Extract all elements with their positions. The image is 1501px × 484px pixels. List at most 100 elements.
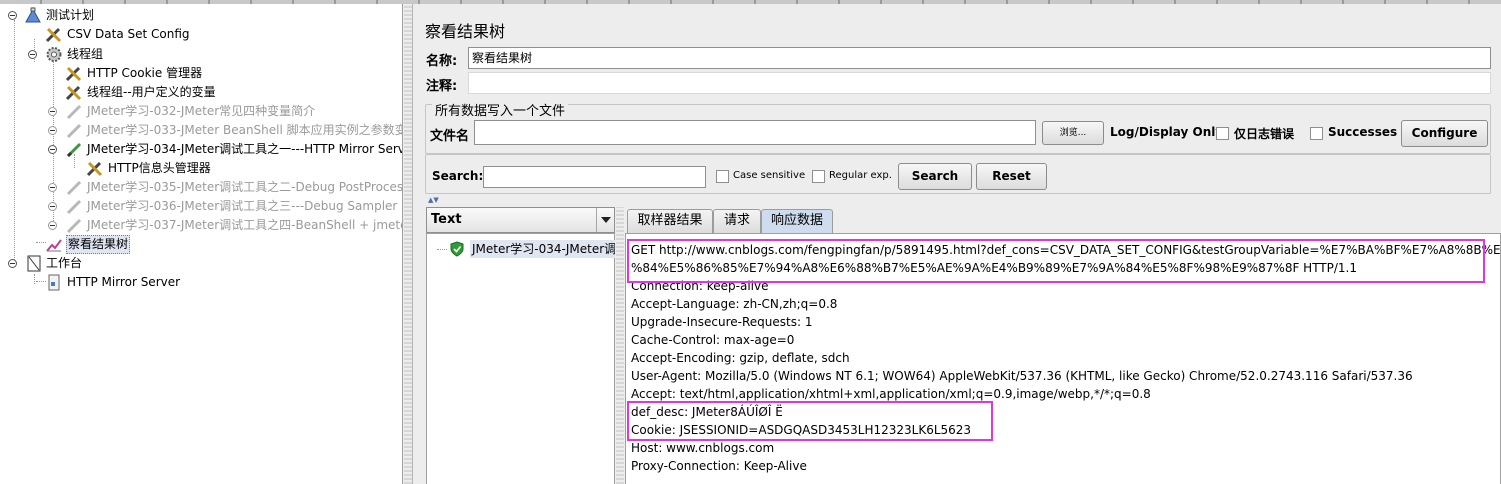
filename-field[interactable] (474, 120, 1036, 145)
list-item-label: JMeter学习-034-JMeter调试 (470, 240, 615, 258)
mirror-server-icon (45, 274, 63, 291)
tree-splitter[interactable] (404, 4, 413, 484)
successes-label: Successes (1328, 125, 1398, 139)
errors-only-checkbox[interactable] (1216, 127, 1229, 140)
tree-item-thread-group[interactable]: 线程组 (0, 45, 400, 64)
tree-item-csv-data-set-config[interactable]: CSV Data Set Config (0, 25, 400, 44)
response-line: Cache-Control: max-age=0 (631, 333, 795, 347)
tree-item-label: JMeter学习-033-JMeter BeanShell 脚本应用实例之参数变… (87, 123, 403, 137)
tree-item-label: 线程组--用户定义的变量 (87, 85, 216, 99)
expand-toggle-icon[interactable] (48, 126, 57, 135)
results-splitter[interactable] (616, 207, 624, 484)
filename-label: 文件名 (430, 129, 470, 144)
tree-item-label: HTTP Mirror Server (67, 275, 181, 289)
config-wrench-icon (65, 65, 83, 82)
tree-item-label: HTTP信息头管理器 (108, 161, 211, 175)
expand-toggle-icon[interactable] (48, 221, 57, 230)
sample-result-list[interactable]: JMeter学习-034-JMeter调试 (426, 233, 615, 484)
tree-item-label: 察看结果树 (66, 235, 131, 254)
config-wrench-icon (65, 84, 83, 101)
thread-group-gear-icon (45, 46, 63, 63)
response-line: Upgrade-Insecure-Requests: 1 (631, 315, 813, 329)
sampler-pen-icon (65, 217, 83, 234)
config-wrench-icon (86, 160, 104, 177)
collapse-toggle-icon[interactable] (8, 259, 17, 268)
case-sensitive-label: Case sensitive (733, 170, 806, 181)
tree-item-label: JMeter学习-034-JMeter调试工具之一---HTTP Mirror … (87, 142, 403, 156)
tree-item-test-plan[interactable]: 测试计划 (0, 6, 400, 25)
reset-button[interactable]: Reset (976, 163, 1047, 190)
successes-checkbox[interactable] (1310, 127, 1323, 140)
tab-request[interactable]: 请求 (713, 209, 761, 233)
case-sensitive-checkbox[interactable] (716, 170, 729, 183)
tree-item-sampler-037[interactable]: JMeter学习-037-JMeter调试工具之四-BeanShell + jm… (0, 216, 402, 235)
tree-item-label: 工作台 (46, 256, 83, 270)
comment-field[interactable] (468, 72, 1491, 94)
config-wrench-icon (45, 26, 63, 43)
configure-button[interactable]: Configure (1401, 120, 1488, 147)
sampler-pen-icon (65, 103, 83, 120)
browse-button[interactable]: 浏览... (1042, 121, 1104, 145)
file-group-title: 所有数据写入一个文件 (432, 100, 569, 119)
tree-item-header-manager[interactable]: HTTP信息头管理器 (0, 159, 400, 178)
test-plan-tree[interactable]: 测试计划 CSV Data Set Config 线程组 HTTP Cookie… (0, 4, 403, 484)
tree-item-label: 线程组 (67, 47, 104, 61)
test-plan-icon (24, 6, 42, 24)
response-line: Host: www.cnblogs.com (631, 441, 775, 455)
tree-item-http-mirror-server[interactable]: HTTP Mirror Server (0, 273, 400, 292)
tree-item-user-defined-variables[interactable]: 线程组--用户定义的变量 (0, 83, 400, 102)
regex-label: Regular exp. (829, 170, 892, 181)
expand-toggle-icon[interactable] (48, 107, 57, 116)
tree-item-label: JMeter学习-035-JMeter调试工具之二-Debug PostProc… (87, 180, 403, 194)
tree-item-sampler-033[interactable]: JMeter学习-033-JMeter BeanShell 脚本应用实例之参数变… (0, 121, 403, 140)
tree-item-label: HTTP Cookie 管理器 (87, 66, 203, 80)
collapse-arrows-icon[interactable]: ▲▼ (428, 196, 439, 204)
sampler-pen-icon (65, 141, 83, 158)
expand-toggle-icon[interactable] (48, 183, 57, 192)
collapse-toggle-icon[interactable] (8, 11, 17, 20)
response-line: Proxy-Connection: Keep-Alive (631, 459, 807, 473)
tree-item-cookie-manager[interactable]: HTTP Cookie 管理器 (0, 64, 400, 83)
regex-checkbox[interactable] (812, 170, 825, 183)
response-text-area[interactable]: GET http://www.cnblogs.com/fengpingfan/p… (625, 233, 1501, 484)
success-shield-icon (449, 241, 465, 258)
tree-item-sampler-032[interactable]: JMeter学习-032-JMeter常见四种变量简介 (0, 102, 400, 121)
sampler-pen-icon (65, 122, 83, 139)
collapse-toggle-icon[interactable] (48, 145, 57, 154)
tree-item-view-results-tree[interactable]: 察看结果树 (0, 235, 400, 254)
highlight-box-cookie (627, 401, 993, 441)
response-line: User-Agent: Mozilla/5.0 (Windows NT 6.1;… (631, 369, 1413, 383)
tab-response-data[interactable]: 响应数据 (761, 209, 833, 233)
view-results-tree-panel: 察看结果树 名称: 察看结果树 注释: 所有数据写入一个文件 文件名 浏览...… (414, 4, 1501, 484)
response-line: Accept-Encoding: gzip, deflate, sdch (631, 351, 850, 365)
renderer-select[interactable]: Text (426, 207, 615, 233)
search-label: Search: (432, 169, 484, 183)
tree-item-sampler-036[interactable]: JMeter学习-036-JMeter调试工具之三---Debug Sample… (0, 197, 400, 216)
tree-item-sampler-035[interactable]: JMeter学习-035-JMeter调试工具之二-Debug PostProc… (0, 178, 403, 197)
tree-item-label: JMeter学习-036-JMeter调试工具之三---Debug Sample… (87, 199, 398, 213)
sampler-pen-icon (65, 198, 83, 215)
sampler-pen-icon (65, 179, 83, 196)
response-line: Accept-Language: zh-CN,zh;q=0.8 (631, 297, 838, 311)
chevron-down-icon[interactable] (596, 208, 614, 232)
renderer-value: Text (431, 212, 462, 227)
highlight-box-request-line (627, 239, 1485, 283)
tree-item-label: 测试计划 (46, 8, 95, 22)
tree-item-workbench[interactable]: 工作台 (0, 254, 400, 273)
listener-chart-icon (45, 236, 63, 253)
name-field[interactable]: 察看结果树 (468, 47, 1491, 69)
expand-toggle-icon[interactable] (48, 202, 57, 211)
panel-title: 察看结果树 (425, 22, 506, 41)
log-display-label: Log/Display Only: (1110, 125, 1228, 139)
search-button[interactable]: Search (898, 163, 972, 190)
tree-item-label: CSV Data Set Config (67, 27, 190, 41)
workbench-icon (25, 255, 43, 272)
search-input[interactable] (483, 166, 706, 188)
errors-only-label: 仅日志错误 (1234, 127, 1295, 141)
name-label: 名称: (426, 54, 458, 69)
collapse-toggle-icon[interactable] (28, 50, 37, 59)
list-item[interactable]: JMeter学习-034-JMeter调试 (449, 240, 615, 258)
comment-label: 注释: (426, 79, 458, 94)
tab-sampler-result[interactable]: 取样器结果 (627, 209, 713, 233)
tree-item-sampler-034[interactable]: JMeter学习-034-JMeter调试工具之一---HTTP Mirror … (0, 140, 403, 159)
